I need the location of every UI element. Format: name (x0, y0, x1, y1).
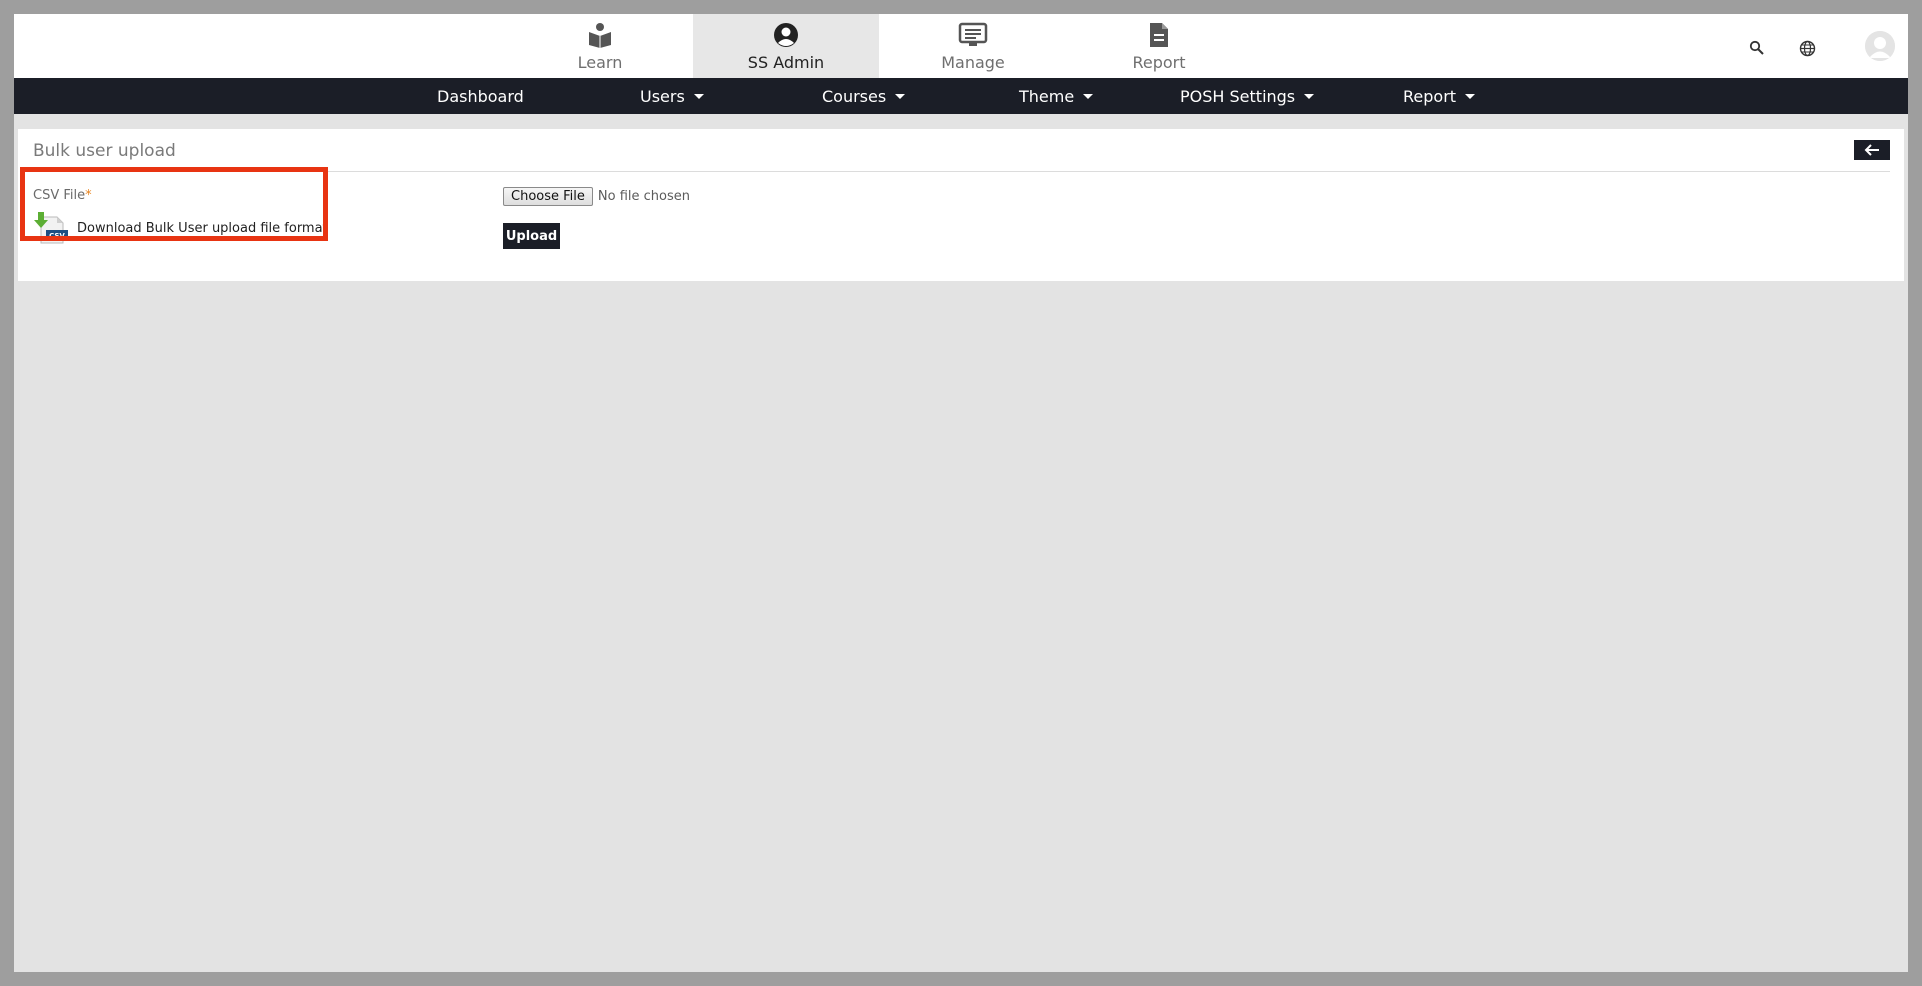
tab-learn[interactable]: Learn (507, 14, 693, 78)
csv-file-input[interactable]: Choose File No file chosen (503, 187, 690, 206)
menu-report[interactable]: Report (1403, 78, 1476, 114)
globe-icon[interactable] (1797, 38, 1817, 58)
avatar[interactable] (1865, 31, 1895, 61)
caret-down-icon (895, 93, 906, 99)
user-circle-icon (773, 20, 799, 50)
top-navigation: Learn SS Admin Manage Report (14, 14, 1908, 78)
divider (33, 171, 1890, 172)
caret-down-icon (693, 93, 704, 99)
caret-down-icon (1465, 93, 1476, 99)
download-format-text: Download Bulk User upload file format (77, 220, 328, 236)
no-file-text: No file chosen (597, 189, 690, 204)
csv-file-label-text: CSV File (33, 188, 86, 203)
download-format-link[interactable]: CSV Download Bulk User upload file forma… (33, 211, 328, 245)
caret-down-icon (1304, 93, 1315, 99)
tab-report-label: Report (1132, 53, 1186, 72)
document-icon (1148, 20, 1170, 50)
required-mark: * (85, 188, 92, 203)
page-title: Bulk user upload (33, 141, 176, 161)
app-window: Learn SS Admin Manage Report Dashboard U… (14, 14, 1908, 972)
menu-dashboard-label: Dashboard (437, 86, 524, 106)
search-icon[interactable] (1747, 38, 1767, 58)
arrow-left-icon (1864, 141, 1880, 160)
caret-down-icon (1083, 93, 1094, 99)
back-button[interactable] (1854, 140, 1890, 160)
tab-ss-admin-label: SS Admin (747, 53, 825, 72)
tab-learn-label: Learn (577, 53, 623, 72)
menu-posh-settings-label: POSH Settings (1180, 86, 1296, 106)
admin-menu-bar: Dashboard Users Courses Theme POSH Setti… (14, 78, 1908, 114)
tab-report[interactable]: Report (1066, 14, 1252, 78)
monitor-list-icon (958, 20, 988, 50)
menu-report-label: Report (1403, 86, 1457, 106)
menu-users-label: Users (640, 86, 685, 106)
book-reader-icon (587, 20, 613, 50)
upload-button[interactable]: Upload (503, 223, 560, 249)
tab-ss-admin[interactable]: SS Admin (693, 14, 879, 78)
bulk-upload-panel: Bulk user upload CSV File* Choose File N… (18, 129, 1904, 281)
tab-manage[interactable]: Manage (880, 14, 1066, 78)
menu-dashboard[interactable]: Dashboard (437, 78, 524, 114)
csv-download-icon: CSV (33, 211, 73, 245)
choose-file-button[interactable]: Choose File (503, 187, 593, 206)
csv-file-label: CSV File* (33, 188, 92, 203)
menu-courses-label: Courses (822, 86, 887, 106)
tab-manage-label: Manage (941, 53, 1005, 72)
menu-courses[interactable]: Courses (822, 78, 906, 114)
menu-posh-settings[interactable]: POSH Settings (1180, 78, 1315, 114)
menu-users[interactable]: Users (640, 78, 704, 114)
menu-theme[interactable]: Theme (1019, 78, 1094, 114)
menu-theme-label: Theme (1019, 86, 1075, 106)
svg-text:CSV: CSV (49, 232, 65, 240)
